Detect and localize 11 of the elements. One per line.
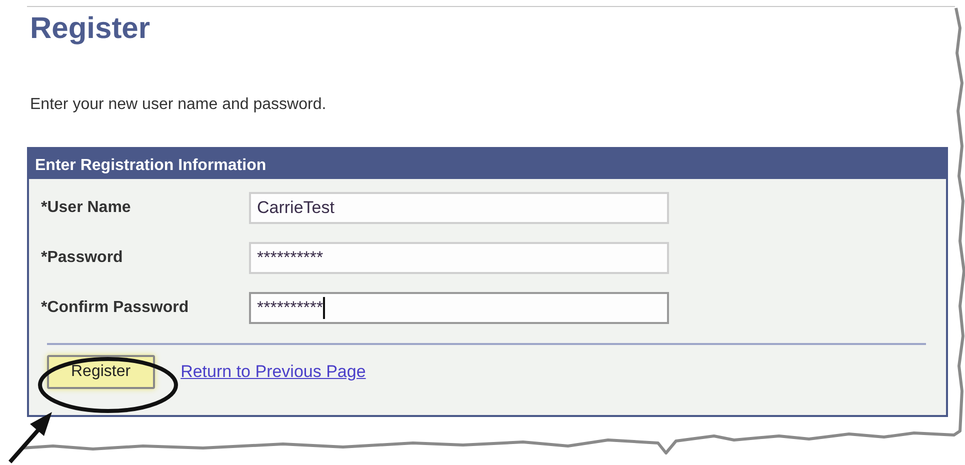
field-label: *Password bbox=[41, 248, 124, 268]
pointer-arrow bbox=[8, 412, 52, 464]
panel-header: Enter Registration Information bbox=[29, 149, 946, 179]
input-field[interactable]: CarrieTest bbox=[249, 192, 669, 224]
input-field[interactable]: ********** bbox=[249, 292, 669, 324]
return-link[interactable]: Return to Previous Page bbox=[180, 359, 366, 385]
field-label: *Confirm Password bbox=[41, 298, 190, 318]
instruction-text: Enter your new user name and password. bbox=[30, 95, 328, 115]
input-field[interactable]: ********** bbox=[249, 242, 669, 274]
field-label: *User Name bbox=[41, 198, 132, 218]
page-title: Register bbox=[30, 11, 152, 47]
